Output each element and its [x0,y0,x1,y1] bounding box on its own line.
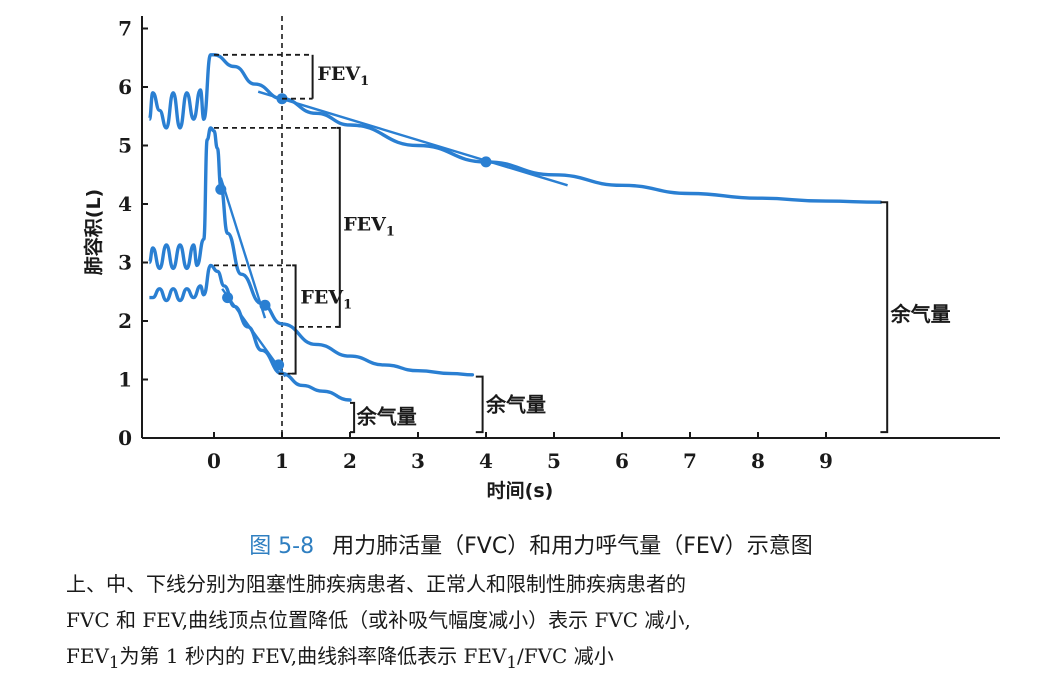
caption-line-1: 上、中、下线分别为阻塞性肺疾病患者、正常人和限制性肺疾病患者的 [66,572,686,596]
marker-upper [480,156,492,168]
annotation-subscript: 1 [343,297,352,312]
chart-ticks: 0 1 2 3 4 5 6 7 0 1 2 3 4 5 6 7 8 9 [118,17,833,474]
annotation-subscript: 1 [386,224,395,239]
caption-mid: 为第 1 秒内的 FEV,曲线斜率降低表示 FEV [119,644,507,668]
x-tick-label: 1 [275,449,289,473]
lung-volume-chart: 012345670 1 2 3 4 5 6 7 8 9 FEV1FEV1FEV1 余气量余气量余气量… [82,16,1000,502]
x-tick-label: 3 [411,449,425,473]
x-tick-label: 8 [751,449,765,473]
y-tick-label: 2 [118,309,132,333]
bracket-rv_middle [475,375,484,434]
chart-axes [141,16,1000,439]
x-tick-label: 9 [819,449,833,473]
x-tick-label: 6 [615,449,629,473]
y-tick-label: 0 [118,426,132,450]
tangent-upper [257,90,568,187]
curve-middle [195,126,475,377]
x-tick-label: 7 [683,449,697,473]
marker-lower [273,359,285,371]
annotation-fev1_middle: FEV1 [343,213,395,239]
tidal-wave-upper [147,88,206,130]
x-tick-label: 2 [343,449,357,473]
caption-line-3: FEV1为第 1 秒内的 FEV,曲线斜率降低表示 FEV1/FVC 减小 [66,638,986,681]
x-tick-label: 0 [207,449,221,473]
caption-fev: FEV [66,644,109,668]
caption-body: 上、中、下线分别为阻塞性肺疾病患者、正常人和限制性肺疾病患者的 FVC 和 FE… [0,566,1062,681]
marker-lower [222,292,234,304]
annotation-subscript: 1 [360,74,369,89]
bracket-rv_upper [880,201,889,434]
annotation-fev1_upper: FEV1 [317,63,369,89]
y-tick-label: 3 [118,251,132,275]
x-axis-title: 时间(s) [487,480,554,502]
y-tick-label: 6 [118,75,132,99]
series-group [147,53,883,402]
tidal-wave-lower [149,284,205,303]
annotation-rv_upper: 余气量 [890,302,951,326]
annotation-rv_middle: 余气量 [485,393,546,417]
y-tick-label: 1 [118,368,132,392]
y-axis-title: 肺容积(L) [82,189,105,275]
x-tick-label: 5 [547,449,561,473]
marker-middle [215,183,227,195]
marker-middle [259,299,271,311]
caption-end: /FVC 减小 [517,644,614,668]
y-tick-label: 5 [118,134,132,158]
caption-line-2: FVC 和 FEV,曲线顶点位置降低（或补吸气幅度减小）表示 FVC 减小, [66,608,691,632]
caption-title-text: 用力肺活量（FVC）和用力呼气量（FEV）示意图 [332,534,813,559]
tidal-wave-middle [147,243,199,271]
x-tick-label: 4 [479,449,493,473]
caption-sub-2: 1 [506,653,517,672]
figure-caption: 图 5-8 用力肺活量（FVC）和用力呼气量（FEV）示意图 上、中、下线分别为阻… [0,532,1062,681]
caption-sub: 1 [108,653,120,672]
bracket-rv_lower [350,401,356,434]
annotation-fev1_lower: FEV1 [300,286,352,312]
annotation-rv_lower: 余气量 [356,404,417,428]
caption-title: 图 5-8 用力肺活量（FVC）和用力呼气量（FEV）示意图 [0,532,1062,562]
y-tick-label: 4 [118,192,132,216]
figure-number: 图 5-8 [249,534,315,559]
y-tick-label: 7 [118,17,132,41]
bracket-fev1_lower [292,264,297,375]
